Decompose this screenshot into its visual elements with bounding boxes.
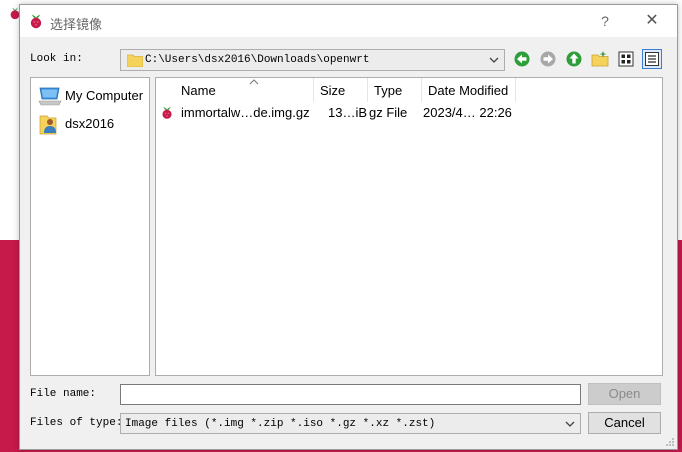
- column-header-label: Size: [320, 83, 346, 98]
- raspberry-icon: [30, 14, 42, 29]
- cancel-button[interactable]: Cancel: [588, 412, 661, 434]
- help-button[interactable]: ?: [593, 10, 617, 32]
- file-name-cell: immortalw…de.img.gz: [181, 105, 310, 120]
- sidebar-item-label: dsx2016: [65, 116, 115, 131]
- sort-ascending-icon: [249, 79, 259, 85]
- list-view-icon: [618, 51, 634, 67]
- list-view-button[interactable]: [616, 49, 636, 69]
- forward-arrow-icon[interactable]: [538, 49, 558, 69]
- sidebar-item-my-computer[interactable]: My Computer: [35, 83, 147, 107]
- raspberry-icon: [162, 106, 172, 119]
- window-title: 选择镜像: [50, 17, 103, 32]
- table-row[interactable]: immortalw…de.img.gz 13…iB gz File 2023/4…: [156, 104, 516, 122]
- column-header-size[interactable]: Size: [314, 78, 368, 102]
- file-type-value: Image files (*.img *.zip *.iso *.gz *.xz…: [125, 418, 436, 430]
- file-type-label: Files of type:: [30, 417, 123, 429]
- open-button[interactable]: Open: [588, 383, 661, 405]
- title-bar: 选择镜像 ? ✕: [20, 5, 677, 37]
- file-name-input[interactable]: [120, 384, 581, 405]
- column-header-label: Name: [181, 83, 216, 98]
- up-arrow-icon[interactable]: [564, 49, 584, 69]
- folder-icon: [127, 54, 143, 67]
- file-list: Name Size Type Date Modified immortalw…d…: [155, 77, 663, 376]
- column-header-date-modified[interactable]: Date Modified: [422, 78, 516, 102]
- detail-view-button[interactable]: [642, 49, 662, 69]
- column-header-name[interactable]: Name: [175, 78, 314, 102]
- file-dialog: 选择镜像 ? ✕ Look in: C:\Users\dsx2016\Downl…: [19, 4, 678, 450]
- chevron-down-icon: [565, 421, 575, 427]
- file-type-select[interactable]: Image files (*.img *.zip *.iso *.gz *.xz…: [120, 413, 581, 434]
- sidebar-item-label: My Computer: [65, 88, 144, 103]
- column-header-type[interactable]: Type: [368, 78, 422, 102]
- new-folder-icon[interactable]: [590, 49, 610, 69]
- column-header-label: Type: [374, 83, 403, 98]
- look-in-combo[interactable]: C:\Users\dsx2016\Downloads\openwrt: [120, 49, 505, 71]
- file-date-cell: 2023/4… 22:26: [423, 105, 512, 120]
- column-header-label: Date Modified: [428, 83, 509, 98]
- look-in-label: Look in:: [30, 53, 83, 65]
- resize-grip-icon[interactable]: [665, 437, 675, 447]
- sidebar-item-dsx2016[interactable]: dsx2016: [35, 111, 147, 135]
- detail-view-icon: [645, 52, 659, 66]
- look-in-path: C:\Users\dsx2016\Downloads\openwrt: [145, 54, 370, 66]
- back-arrow-icon[interactable]: [512, 49, 532, 69]
- file-type-cell: gz File: [369, 105, 408, 120]
- file-size-cell: 13…iB: [328, 105, 368, 120]
- close-button[interactable]: ✕: [639, 10, 665, 32]
- chevron-down-icon: [489, 57, 499, 63]
- sidebar: My Computer dsx2016: [30, 77, 150, 376]
- file-name-label: File name:: [30, 388, 97, 400]
- user-folder-icon: [39, 115, 57, 135]
- computer-icon: [38, 87, 62, 106]
